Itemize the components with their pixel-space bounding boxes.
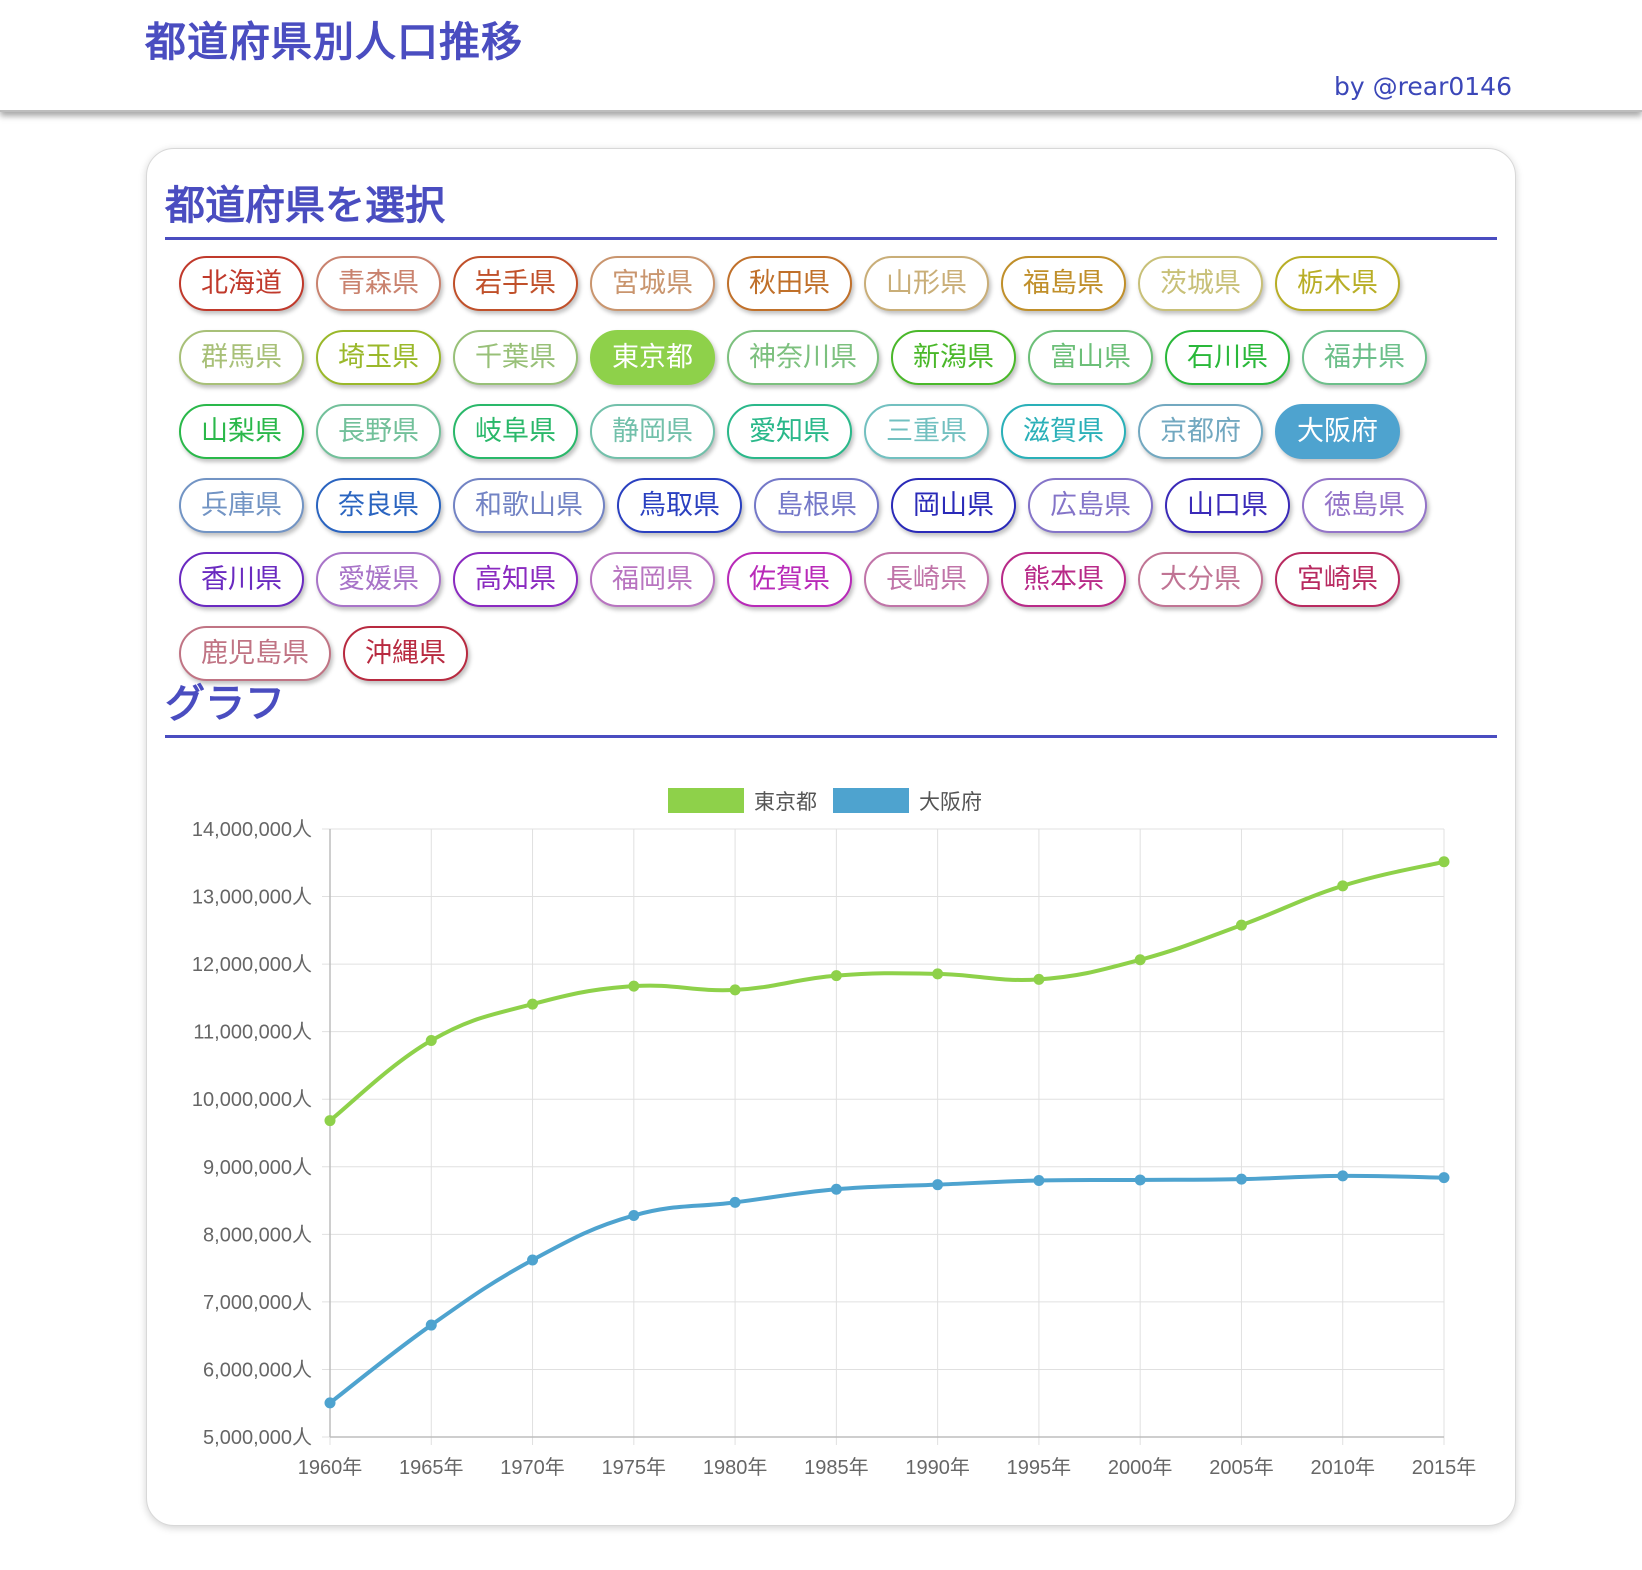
prefecture-button[interactable]: 福岡県	[590, 552, 715, 607]
prefecture-button[interactable]: 北海道	[179, 256, 304, 311]
prefecture-list: 北海道 青森県 岩手県 宮城県 秋田県 山形県 福島県 茨城県 栃木県群馬県 埼玉県 千葉県 東京都神…	[179, 256, 1499, 681]
prefecture-button[interactable]: 山形県	[864, 256, 989, 311]
prefecture-button[interactable]: 島根県	[754, 478, 879, 533]
prefecture-button[interactable]: 長野県	[316, 404, 441, 459]
prefecture-button[interactable]: 秋田県	[727, 256, 852, 311]
prefecture-button[interactable]: 兵庫県	[179, 478, 304, 533]
prefecture-button[interactable]: 岩手県	[453, 256, 578, 311]
prefecture-button[interactable]: 静岡県	[590, 404, 715, 459]
prefecture-button[interactable]: 三重県	[864, 404, 989, 459]
prefecture-button[interactable]: 沖縄県	[343, 626, 468, 681]
prefecture-button[interactable]: 石川県	[1165, 330, 1290, 385]
prefecture-button[interactable]: 熊本県	[1001, 552, 1126, 607]
prefecture-button[interactable]: 青森県	[316, 256, 441, 311]
graph-section-divider	[165, 735, 1497, 738]
prefecture-button[interactable]: 千葉県	[453, 330, 578, 385]
select-section-title: 都道府県を選択	[165, 183, 445, 229]
app-title: 都道府県別人口推移	[145, 18, 523, 66]
prefecture-button[interactable]: 滋賀県	[1001, 404, 1126, 459]
select-section-divider	[165, 237, 1497, 240]
prefecture-button[interactable]: 高知県	[453, 552, 578, 607]
prefecture-button[interactable]: 群馬県	[179, 330, 304, 385]
prefecture-button[interactable]: 神奈川県	[727, 330, 879, 385]
prefecture-button[interactable]: 佐賀県	[727, 552, 852, 607]
prefecture-button[interactable]: 富山県	[1028, 330, 1153, 385]
prefecture-button[interactable]: 和歌山県	[453, 478, 605, 533]
prefecture-button[interactable]: 福井県	[1302, 330, 1427, 385]
prefecture-button[interactable]: 宮崎県	[1275, 552, 1400, 607]
app-header: 都道府県別人口推移 by @rear0146	[0, 0, 1642, 112]
prefecture-button[interactable]: 新潟県	[891, 330, 1016, 385]
author-credit: by @rear0146	[1334, 72, 1512, 101]
main-card: 都道府県を選択 北海道 青森県 岩手県 宮城県 秋田県 山形県 福島県 茨城県 栃木県群馬県 埼玉…	[146, 148, 1516, 1526]
prefecture-button[interactable]: 岡山県	[891, 478, 1016, 533]
prefecture-button[interactable]: 香川県	[179, 552, 304, 607]
prefecture-button[interactable]: 広島県	[1028, 478, 1153, 533]
prefecture-button[interactable]: 鳥取県	[617, 478, 742, 533]
prefecture-button[interactable]: 大阪府	[1275, 404, 1400, 459]
prefecture-button[interactable]: 茨城県	[1138, 256, 1263, 311]
prefecture-button[interactable]: 栃木県	[1275, 256, 1400, 311]
prefecture-button[interactable]: 宮城県	[590, 256, 715, 311]
prefecture-button[interactable]: 愛知県	[727, 404, 852, 459]
prefecture-button[interactable]: 岐阜県	[453, 404, 578, 459]
prefecture-button[interactable]: 東京都	[590, 330, 715, 385]
prefecture-button[interactable]: 山口県	[1165, 478, 1290, 533]
prefecture-button[interactable]: 埼玉県	[316, 330, 441, 385]
graph-section-title: グラフ	[165, 681, 285, 727]
prefecture-button[interactable]: 愛媛県	[316, 552, 441, 607]
prefecture-button[interactable]: 京都府	[1138, 404, 1263, 459]
prefecture-button[interactable]: 奈良県	[316, 478, 441, 533]
prefecture-button[interactable]: 福島県	[1001, 256, 1126, 311]
prefecture-button[interactable]: 長崎県	[864, 552, 989, 607]
prefecture-button[interactable]: 山梨県	[179, 404, 304, 459]
prefecture-button[interactable]: 大分県	[1138, 552, 1263, 607]
prefecture-button[interactable]: 徳島県	[1302, 478, 1427, 533]
